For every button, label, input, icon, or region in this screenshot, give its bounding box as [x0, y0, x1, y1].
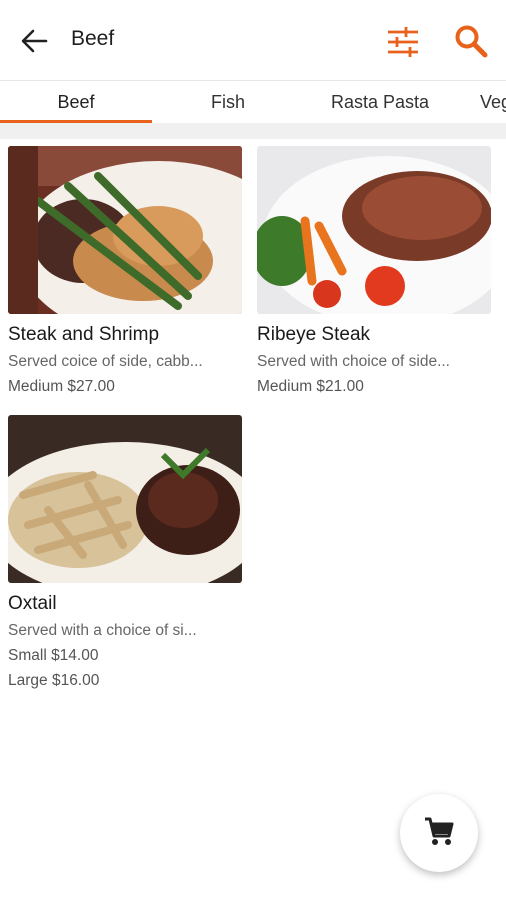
item-description: Served with choice of side...: [257, 353, 450, 370]
arrow-left-icon[interactable]: [18, 26, 50, 56]
item-name: Oxtail: [8, 593, 57, 614]
menu-item-card[interactable]: Steak and Shrimp Served coice of side, c…: [8, 146, 242, 396]
steak-shrimp-photo: [8, 146, 242, 314]
item-description: Served coice of side, cabb...: [8, 353, 203, 370]
item-name: Ribeye Steak: [257, 324, 371, 345]
page-title: Beef: [71, 27, 115, 50]
item-price: Large $16.00: [8, 672, 100, 689]
tab-fish[interactable]: Fish: [152, 81, 304, 125]
item-description: Served with a choice of si...: [8, 622, 197, 639]
item-name: Steak and Shrimp: [8, 324, 160, 345]
item-price: Small $14.00: [8, 647, 99, 664]
item-price: Medium $27.00: [8, 378, 115, 395]
tab-veg[interactable]: Veg: [456, 81, 506, 125]
menu-item-card[interactable]: Oxtail Served with a choice of si... Sma…: [8, 415, 242, 690]
cart-icon: [425, 817, 454, 845]
menu-item-card[interactable]: Ribeye Steak Served with choice of side.…: [257, 146, 491, 396]
app-bar: Beef: [0, 0, 506, 80]
tabs-divider: [0, 123, 506, 139]
sliders-icon[interactable]: [386, 26, 420, 58]
tab-rasta-pasta[interactable]: Rasta Pasta: [304, 81, 456, 125]
tab-beef[interactable]: Beef: [0, 81, 152, 125]
category-tabs: Beef Fish Rasta Pasta Veg: [0, 80, 506, 125]
ribeye-steak-photo: [257, 146, 491, 314]
cart-button[interactable]: [400, 794, 478, 872]
item-price: Medium $21.00: [257, 378, 364, 395]
oxtail-photo: [8, 415, 242, 583]
search-icon[interactable]: [454, 24, 488, 58]
